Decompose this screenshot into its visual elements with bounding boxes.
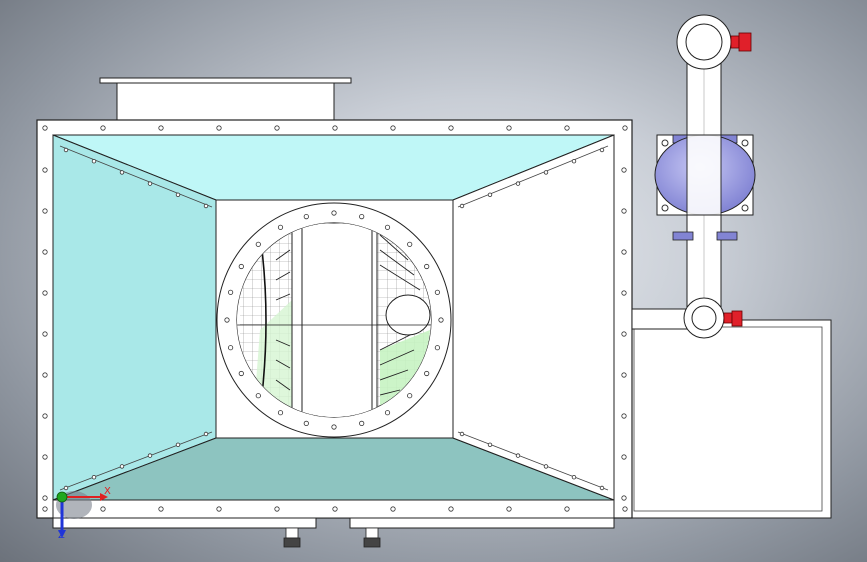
bolt-hole	[42, 167, 48, 173]
flange-bolt	[359, 420, 365, 426]
bolt-hole	[147, 453, 153, 458]
bolt-hole	[42, 331, 48, 337]
bolt-hole	[599, 147, 605, 153]
bolt-hole	[274, 506, 280, 512]
bolt-hole	[459, 431, 465, 437]
flange-bolt	[238, 370, 244, 377]
bolt-hole	[91, 475, 97, 480]
triad-x-label: X	[104, 486, 111, 497]
bolt-hole	[216, 125, 222, 131]
bolt-hole	[571, 475, 577, 480]
bolt-hole	[622, 125, 628, 131]
bolt-hole	[390, 506, 396, 512]
bolt-hole	[100, 506, 106, 512]
top-inlet-box	[99, 77, 352, 123]
bolt-hole	[175, 442, 181, 447]
bolt-hole	[42, 208, 48, 214]
flange-bolt	[331, 424, 337, 430]
bolt-hole	[621, 372, 627, 378]
flange-bolt	[424, 370, 430, 377]
bolt-hole	[621, 290, 627, 296]
flange-bolt	[228, 289, 234, 295]
bolt-hole	[515, 181, 521, 186]
bolt-hole	[158, 506, 164, 512]
flange-bolt	[228, 345, 234, 351]
flange-bolt	[303, 420, 309, 426]
bolt-hole	[42, 249, 48, 255]
bolt-hole	[599, 485, 605, 491]
bolt-hole	[332, 125, 338, 131]
flange-bolt	[303, 214, 309, 220]
flange-bolt	[359, 214, 365, 220]
bolt-hole	[448, 125, 454, 131]
bolt-hole	[621, 249, 627, 255]
bolt-hole	[175, 192, 181, 197]
vent-valve-top	[730, 32, 752, 52]
bolt-hole	[63, 147, 69, 153]
bolt-hole	[42, 495, 48, 501]
bolt-hole	[564, 125, 570, 131]
flange-bolt	[384, 410, 391, 416]
bolt-hole	[621, 454, 627, 460]
flange-bolt	[434, 289, 440, 295]
bolt-hole	[459, 203, 465, 209]
bolt-hole	[203, 203, 209, 209]
bolt-hole	[487, 192, 493, 197]
bolt-hole	[621, 495, 627, 501]
flange-bolt	[384, 224, 391, 230]
bolt-hole	[564, 506, 570, 512]
bolt-hole	[42, 413, 48, 419]
graphics-viewport[interactable]: X Z	[0, 0, 867, 562]
bolt-hole	[506, 506, 512, 512]
model-canvas[interactable]	[0, 0, 867, 562]
bolt-hole	[42, 506, 48, 512]
bolt-hole	[622, 506, 628, 512]
bolt-hole	[42, 454, 48, 460]
bolt-hole	[487, 442, 493, 447]
flange-bolt	[331, 210, 337, 216]
flange-bolt	[407, 241, 413, 247]
flange-bolt	[434, 345, 440, 351]
triad-z-label: Z	[58, 530, 65, 541]
flange-bolt	[277, 224, 284, 230]
bolt-hole	[274, 125, 280, 131]
bolt-hole	[119, 464, 125, 469]
bolt-hole	[119, 170, 125, 175]
bolt-hole	[621, 208, 627, 214]
bolt-hole	[448, 506, 454, 512]
bolt-hole	[91, 158, 97, 164]
bolt-hole	[506, 125, 512, 131]
bolt-hole	[63, 485, 69, 491]
bolt-hole	[42, 372, 48, 378]
bolt-hole	[390, 125, 396, 131]
drain-fittings	[283, 527, 381, 548]
bolt-hole	[147, 181, 153, 186]
flange-bolt	[277, 410, 284, 416]
flange-bolt	[255, 241, 261, 247]
right-side-box	[626, 319, 832, 519]
bolt-hole	[543, 464, 549, 469]
fan-panel	[215, 199, 454, 439]
flange-bolt	[255, 393, 261, 399]
bolt-hole	[571, 158, 577, 164]
bolt-hole	[42, 125, 48, 131]
flange-bolt	[224, 317, 230, 323]
bolt-hole	[621, 167, 627, 173]
bolt-hole	[216, 506, 222, 512]
flange-bolt	[238, 263, 244, 270]
bolt-hole	[515, 453, 521, 458]
flange-bolt	[424, 263, 430, 270]
bolt-hole	[621, 331, 627, 337]
bolt-hole	[42, 290, 48, 296]
bolt-hole	[100, 125, 106, 131]
bolt-hole	[621, 413, 627, 419]
flange-bolt	[407, 393, 413, 399]
bolt-hole	[543, 170, 549, 175]
bolt-hole	[158, 125, 164, 131]
bolt-hole	[203, 431, 209, 437]
bolt-hole	[332, 506, 338, 512]
flange-bolt	[438, 317, 444, 323]
